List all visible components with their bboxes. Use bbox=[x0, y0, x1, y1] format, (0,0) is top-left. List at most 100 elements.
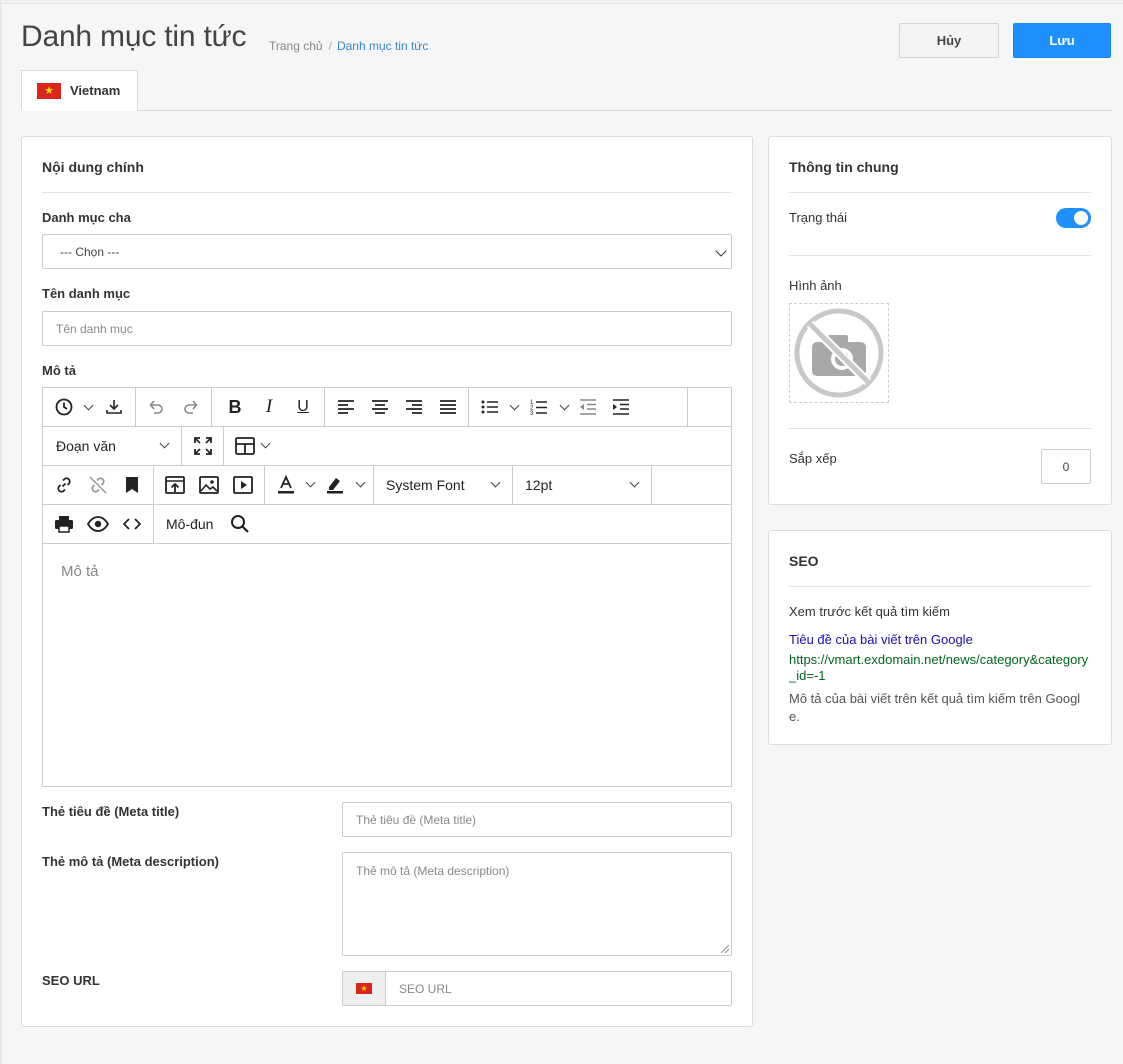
no-image-icon bbox=[794, 308, 884, 398]
italic-icon[interactable]: I bbox=[258, 396, 280, 417]
seo-url-flag-addon bbox=[343, 972, 386, 1005]
parent-category-select[interactable]: --- Chọn --- bbox=[42, 234, 732, 269]
align-left-icon[interactable] bbox=[335, 397, 357, 417]
category-name-input[interactable]: Tên danh mục bbox=[42, 311, 732, 346]
module-button[interactable]: Mô-đun bbox=[166, 516, 213, 532]
rich-text-editor[interactable]: B I U 123 Đoạn văn System Font 12pt Mô-đ… bbox=[42, 387, 732, 787]
seo-card-title: SEO bbox=[789, 553, 819, 569]
sort-order-value: 0 bbox=[1062, 459, 1070, 474]
block-format-dropdown[interactable]: Đoạn văn bbox=[43, 427, 182, 465]
meta-description-textarea[interactable]: Thẻ mô tả (Meta description) bbox=[342, 852, 732, 956]
cancel-button[interactable]: Hủy bbox=[899, 23, 999, 58]
tab-bar-line bbox=[21, 110, 1112, 111]
breadcrumb-home[interactable]: Trang chủ bbox=[269, 39, 323, 53]
bold-icon[interactable]: B bbox=[224, 397, 246, 417]
breadcrumb: Trang chủ / Danh mục tin tức bbox=[269, 39, 429, 53]
outdent-icon[interactable] bbox=[577, 397, 599, 417]
download-icon[interactable] bbox=[103, 397, 125, 417]
chevron-down-icon[interactable] bbox=[305, 477, 316, 488]
tab-vietnam[interactable]: Vietnam bbox=[21, 70, 138, 111]
vietnam-flag-icon bbox=[356, 983, 372, 994]
image-label: Hình ảnh bbox=[789, 278, 842, 293]
description-label: Mô tả bbox=[42, 363, 76, 378]
chevron-down-icon[interactable] bbox=[260, 438, 271, 449]
toolbar-group-links bbox=[43, 466, 154, 504]
serp-preview-url: https://vmart.exdomain.net/news/category… bbox=[789, 652, 1089, 683]
font-family-dropdown[interactable]: System Font bbox=[374, 466, 513, 504]
numbered-list-icon[interactable]: 123 bbox=[528, 397, 550, 417]
toolbar-row-1: B I U 123 bbox=[43, 388, 731, 427]
highlight-icon[interactable] bbox=[324, 475, 346, 495]
search-preview-label: Xem trước kết quả tìm kiếm bbox=[789, 604, 950, 619]
toolbar-group-colors bbox=[265, 466, 374, 504]
underline-icon[interactable]: U bbox=[292, 397, 314, 417]
meta-description-placeholder: Thẻ mô tả (Meta description) bbox=[356, 864, 510, 878]
meta-description-label: Thẻ mô tả (Meta description) bbox=[42, 854, 219, 869]
font-size-dropdown[interactable]: 12pt bbox=[513, 466, 652, 504]
main-card-title: Nội dung chính bbox=[42, 159, 144, 175]
redo-icon[interactable] bbox=[180, 397, 202, 417]
history-icon[interactable] bbox=[53, 397, 75, 417]
save-button[interactable]: Lưu bbox=[1013, 23, 1111, 58]
font-family-value: System Font bbox=[386, 477, 465, 493]
block-format-value: Đoạn văn bbox=[56, 438, 116, 454]
divider bbox=[42, 192, 732, 193]
top-strip bbox=[0, 0, 1123, 4]
image-upload-box[interactable] bbox=[789, 303, 889, 403]
seo-url-input[interactable]: SEO URL bbox=[399, 982, 452, 996]
toolbar-row-2: Đoạn văn bbox=[43, 427, 731, 466]
bookmark-icon[interactable] bbox=[121, 475, 143, 495]
media-icon[interactable] bbox=[232, 475, 254, 495]
font-size-value: 12pt bbox=[525, 477, 553, 493]
search-icon[interactable] bbox=[229, 514, 251, 534]
general-card-title: Thông tin chung bbox=[789, 159, 899, 175]
parent-category-label: Danh mục cha bbox=[42, 210, 131, 225]
align-right-icon[interactable] bbox=[403, 397, 425, 417]
resize-handle-icon[interactable] bbox=[721, 945, 729, 953]
code-icon[interactable] bbox=[121, 514, 143, 534]
chevron-down-icon[interactable] bbox=[355, 477, 366, 488]
status-toggle[interactable] bbox=[1056, 208, 1091, 228]
link-icon[interactable] bbox=[53, 475, 75, 495]
table-icon[interactable] bbox=[234, 436, 256, 456]
toolbar-row-3: System Font 12pt bbox=[43, 466, 731, 505]
divider bbox=[789, 255, 1091, 256]
category-name-label: Tên danh mục bbox=[42, 286, 131, 301]
left-edge bbox=[0, 0, 2, 1064]
toolbar-row-4: Mô-đun bbox=[43, 505, 731, 544]
chevron-down-icon[interactable] bbox=[509, 400, 520, 411]
text-color-icon[interactable] bbox=[275, 475, 297, 495]
parent-category-value: --- Chọn --- bbox=[60, 244, 120, 259]
upload-icon[interactable] bbox=[164, 475, 186, 495]
chevron-down-icon[interactable] bbox=[559, 400, 570, 411]
image-icon[interactable] bbox=[198, 475, 220, 495]
undo-icon[interactable] bbox=[145, 397, 167, 417]
divider bbox=[789, 586, 1091, 587]
chevron-down-icon bbox=[629, 477, 640, 488]
tab-label: Vietnam bbox=[70, 83, 121, 98]
unlink-icon[interactable] bbox=[87, 475, 109, 495]
align-justify-icon[interactable] bbox=[437, 397, 459, 417]
toolbar-group-lists: 123 bbox=[469, 388, 688, 426]
sort-order-input[interactable]: 0 bbox=[1041, 449, 1091, 484]
editor-content[interactable]: Mô tả bbox=[61, 563, 99, 580]
toolbar-group-view bbox=[43, 505, 154, 543]
breadcrumb-current[interactable]: Danh mục tin tức bbox=[337, 39, 428, 53]
seo-url-label: SEO URL bbox=[42, 973, 100, 988]
bullet-list-icon[interactable] bbox=[479, 397, 501, 417]
indent-icon[interactable] bbox=[610, 397, 632, 417]
toolbar-group-module: Mô-đun bbox=[154, 505, 266, 543]
align-center-icon[interactable] bbox=[369, 397, 391, 417]
fullscreen-icon[interactable] bbox=[192, 436, 214, 456]
seo-url-input-group[interactable]: SEO URL bbox=[342, 971, 732, 1006]
chevron-down-icon bbox=[715, 245, 727, 257]
print-icon[interactable] bbox=[53, 514, 75, 534]
toolbar-group-history bbox=[43, 388, 136, 426]
serp-preview-description: Mô tả của bài viết trên kết quả tìm kiếm… bbox=[789, 691, 1081, 724]
meta-title-input[interactable]: Thẻ tiêu đề (Meta title) bbox=[342, 802, 732, 837]
chevron-down-icon[interactable] bbox=[83, 400, 94, 411]
meta-title-label: Thẻ tiêu đề (Meta title) bbox=[42, 804, 180, 819]
preview-icon[interactable] bbox=[87, 514, 109, 534]
sort-label: Sắp xếp bbox=[789, 451, 837, 466]
chevron-down-icon bbox=[159, 438, 170, 449]
